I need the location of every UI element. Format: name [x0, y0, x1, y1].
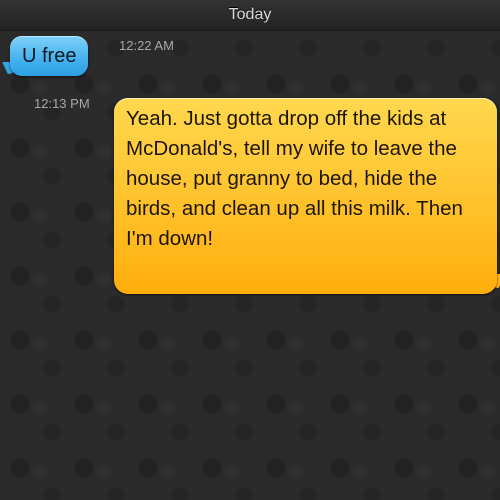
outgoing-message-text: Yeah. Just gotta drop off the kids at Mc…: [126, 107, 463, 250]
header-title: Today: [228, 6, 272, 23]
conversation-header: Today: [0, 0, 500, 31]
outgoing-message-time: 12:13 PM: [34, 96, 90, 111]
incoming-message-bubble[interactable]: U free: [10, 36, 89, 76]
incoming-message-time: 12:22 AM: [119, 38, 174, 53]
incoming-message-text: U free: [22, 44, 77, 67]
outgoing-message-bubble[interactable]: Yeah. Just gotta drop off the kids at Mc…: [114, 98, 497, 294]
